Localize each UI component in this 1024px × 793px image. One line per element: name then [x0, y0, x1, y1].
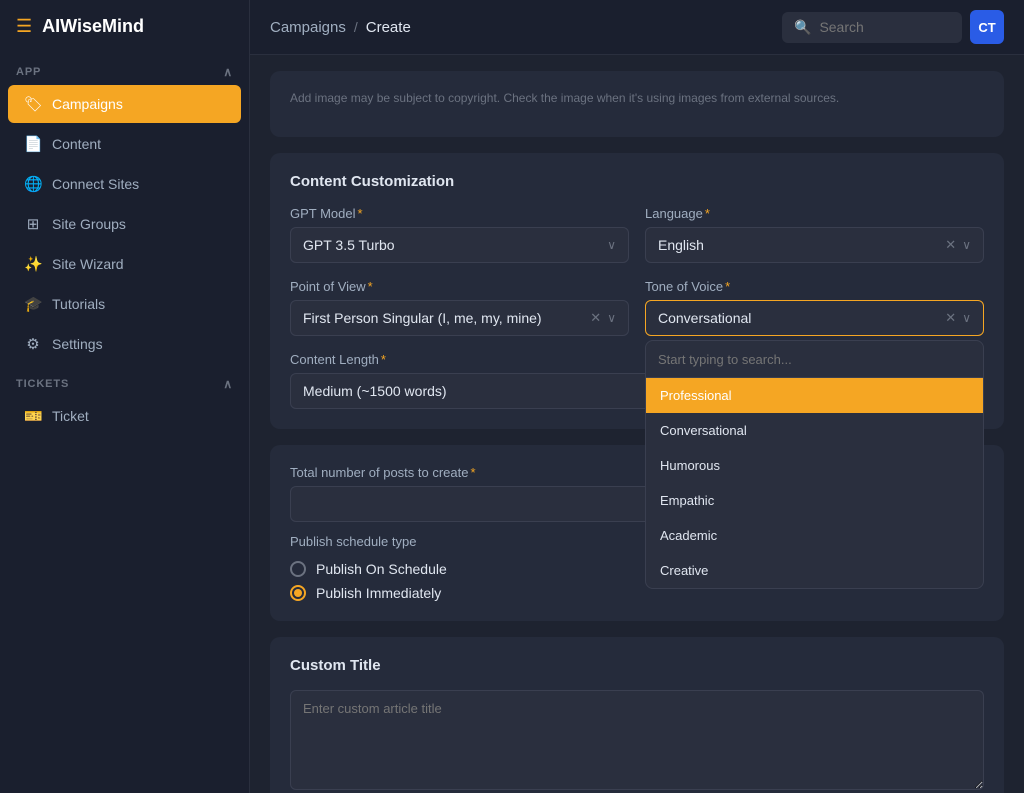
- tone-option-empathic[interactable]: Empathic: [646, 483, 983, 518]
- site-wizard-icon: ✨: [24, 255, 42, 273]
- sidebar-section-label-app: APP ∧: [0, 53, 249, 83]
- content-customization-title: Content Customization: [290, 173, 984, 190]
- ticket-icon: 🎫: [24, 407, 42, 425]
- image-note-card: Add image may be subject to copyright. C…: [270, 71, 1004, 137]
- gpt-model-select[interactable]: GPT 3.5 Turbo ∨: [290, 227, 629, 263]
- language-chevron-icon: ∨: [962, 238, 971, 252]
- tone-option-academic[interactable]: Academic: [646, 518, 983, 553]
- breadcrumb-parent[interactable]: Campaigns: [270, 19, 346, 36]
- language-clear-icon[interactable]: ✕: [945, 237, 956, 253]
- custom-title-card: Custom Title Since you are creating only…: [270, 637, 1004, 793]
- breadcrumb-separator: /: [354, 19, 358, 35]
- tone-of-voice-clear-icon[interactable]: ✕: [945, 310, 956, 326]
- settings-icon: ⚙: [24, 335, 42, 353]
- search-icon: 🔍: [794, 19, 811, 36]
- tone-of-voice-dropdown: Professional Conversational Humorous Emp…: [645, 340, 984, 589]
- sidebar-section-label-tickets: TICKETS ∧: [0, 365, 249, 395]
- tone-option-professional[interactable]: Professional: [646, 378, 983, 413]
- sidebar-item-label: Site Wizard: [52, 256, 124, 272]
- radio-circle-immediately: [290, 585, 306, 601]
- tone-of-voice-group: Tone of Voice* Conversational ✕ ∨: [645, 279, 984, 336]
- gpt-model-group: GPT Model* GPT 3.5 Turbo ∨: [290, 206, 629, 263]
- sidebar-section-tickets: TICKETS ∧ 🎫 Ticket: [0, 365, 249, 437]
- custom-title-section-title: Custom Title: [290, 657, 984, 674]
- sidebar-item-label: Site Groups: [52, 216, 126, 232]
- sidebar-item-label: Tutorials: [52, 296, 105, 312]
- point-of-view-clear-icon[interactable]: ✕: [590, 310, 601, 326]
- language-group: Language* English ✕ ∨: [645, 206, 984, 263]
- language-value: English: [658, 237, 945, 253]
- card-note-text: Add image may be subject to copyright. C…: [290, 91, 984, 105]
- tutorials-icon: 🎓: [24, 295, 42, 313]
- search-input[interactable]: [819, 19, 950, 35]
- tone-of-voice-search-input[interactable]: [658, 352, 971, 367]
- sidebar-item-settings[interactable]: ⚙ Settings: [8, 325, 241, 363]
- app-title: AIWiseMind: [42, 16, 144, 37]
- custom-title-textarea[interactable]: [290, 690, 984, 790]
- tone-of-voice-label: Tone of Voice*: [645, 279, 984, 294]
- breadcrumb: Campaigns / Create: [270, 19, 774, 36]
- point-of-view-select[interactable]: First Person Singular (I, me, my, mine) …: [290, 300, 629, 336]
- campaigns-icon: 🏷: [24, 95, 42, 113]
- breadcrumb-current: Create: [366, 19, 411, 36]
- tone-of-voice-chevron-icon: ∨: [962, 311, 971, 325]
- topbar: Campaigns / Create 🔍 CT: [250, 0, 1024, 55]
- tone-option-creative[interactable]: Creative: [646, 553, 983, 588]
- point-of-view-value: First Person Singular (I, me, my, mine): [303, 310, 590, 326]
- sidebar-header: ☰ AIWiseMind: [0, 0, 249, 53]
- tone-of-voice-value: Conversational: [658, 310, 945, 326]
- tone-of-voice-select[interactable]: Conversational ✕ ∨: [645, 300, 984, 336]
- sidebar-item-ticket[interactable]: 🎫 Ticket: [8, 397, 241, 435]
- point-of-view-chevron-icon: ∨: [607, 311, 616, 325]
- sidebar-item-site-wizard[interactable]: ✨ Site Wizard: [8, 245, 241, 283]
- content-area: Add image may be subject to copyright. C…: [250, 55, 1024, 793]
- point-of-view-group: Point of View* First Person Singular (I,…: [290, 279, 629, 336]
- main-area: Campaigns / Create 🔍 CT Add image may be…: [250, 0, 1024, 793]
- sidebar-item-label: Campaigns: [52, 96, 123, 112]
- tone-option-humorous[interactable]: Humorous: [646, 448, 983, 483]
- sidebar-item-content[interactable]: 📄 Content: [8, 125, 241, 163]
- sidebar-item-label: Settings: [52, 336, 103, 352]
- radio-circle-on-schedule: [290, 561, 306, 577]
- point-of-view-label: Point of View*: [290, 279, 629, 294]
- gpt-model-chevron-icon: ∨: [607, 238, 616, 252]
- connect-sites-icon: 🌐: [24, 175, 42, 193]
- sidebar-item-site-groups[interactable]: ⊞ Site Groups: [8, 205, 241, 243]
- gpt-model-value: GPT 3.5 Turbo: [303, 237, 607, 253]
- gpt-model-label: GPT Model*: [290, 206, 629, 221]
- radio-label-on-schedule: Publish On Schedule: [316, 561, 447, 577]
- content-customization-grid: GPT Model* GPT 3.5 Turbo ∨ Language*: [290, 206, 984, 336]
- sidebar-item-label: Ticket: [52, 408, 89, 424]
- sidebar-item-tutorials[interactable]: 🎓 Tutorials: [8, 285, 241, 323]
- radio-label-immediately: Publish Immediately: [316, 585, 441, 601]
- sidebar-item-label: Connect Sites: [52, 176, 139, 192]
- menu-icon[interactable]: ☰: [16, 16, 32, 37]
- site-groups-icon: ⊞: [24, 215, 42, 233]
- sidebar-item-label: Content: [52, 136, 101, 152]
- avatar: CT: [970, 10, 1004, 44]
- tone-of-voice-options-list: Professional Conversational Humorous Emp…: [646, 378, 983, 588]
- tone-option-conversational[interactable]: Conversational: [646, 413, 983, 448]
- language-label: Language*: [645, 206, 984, 221]
- sidebar-section-app: APP ∧ 🏷 Campaigns 📄 Content 🌐 Connect Si…: [0, 53, 249, 365]
- sidebar-item-campaigns[interactable]: 🏷 Campaigns: [8, 85, 241, 123]
- tone-of-voice-search-container: [646, 341, 983, 378]
- content-customization-card: Content Customization GPT Model* GPT 3.5…: [270, 153, 1004, 429]
- content-icon: 📄: [24, 135, 42, 153]
- sidebar: ☰ AIWiseMind APP ∧ 🏷 Campaigns 📄 Content…: [0, 0, 250, 793]
- sidebar-item-connect-sites[interactable]: 🌐 Connect Sites: [8, 165, 241, 203]
- search-box[interactable]: 🔍: [782, 12, 962, 43]
- language-select[interactable]: English ✕ ∨: [645, 227, 984, 263]
